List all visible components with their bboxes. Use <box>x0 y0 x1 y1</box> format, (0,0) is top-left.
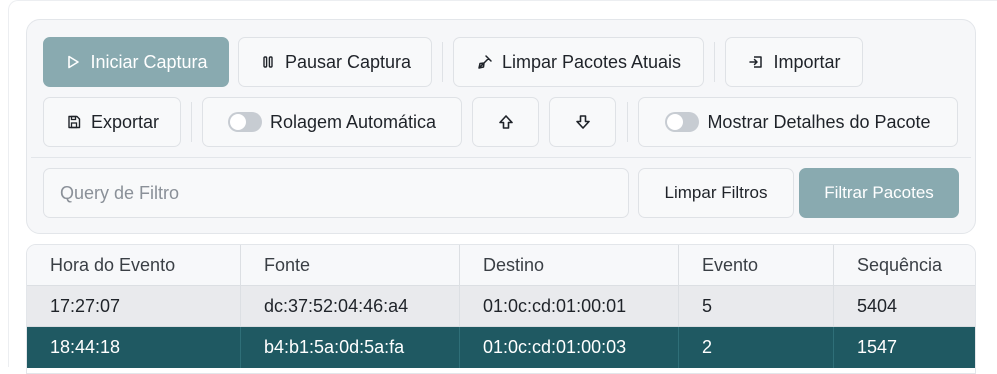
clear-filters-button[interactable]: Limpar Filtros <box>638 168 794 218</box>
table-cell: 5 <box>679 286 834 326</box>
show-details-switch[interactable] <box>665 112 700 132</box>
table-cell: 01:0c:cd:01:00:01 <box>460 286 679 326</box>
clear-packets-label: Limpar Pacotes Atuais <box>501 51 682 72</box>
arrow-up-icon <box>497 113 515 131</box>
start-capture-label: Iniciar Captura <box>90 51 208 72</box>
export-label: Exportar <box>90 111 160 132</box>
filter-packets-button[interactable]: Filtrar Pacotes <box>799 168 959 218</box>
auto-scroll-label: Rolagem Automática <box>269 111 437 132</box>
column-header-sequence[interactable]: Sequência <box>834 245 975 285</box>
table-row-selected[interactable]: 18:44:18 b4:b1:5a:0d:5a:fa 01:0c:cd:01:0… <box>27 327 975 368</box>
table-cell: b4:b1:5a:0d:5a:fa <box>241 327 460 368</box>
pause-icon <box>259 53 277 71</box>
scroll-up-button[interactable] <box>472 97 539 147</box>
show-details-label: Mostrar Detalhes do Pacote <box>707 111 931 132</box>
column-header-event-time[interactable]: Hora do Evento <box>27 245 241 285</box>
table-row[interactable]: 17:27:07 dc:37:52:04:46:a4 01:0c:cd:01:0… <box>27 286 975 327</box>
packets-table: Hora do Evento Fonte Destino Evento Sequ… <box>26 244 976 374</box>
play-icon <box>64 53 82 71</box>
table-cell: dc:37:52:04:46:a4 <box>241 286 460 326</box>
toolbar-separator <box>627 102 628 142</box>
toolbar-separator <box>442 42 443 82</box>
broom-icon <box>476 53 494 71</box>
clear-packets-button[interactable]: Limpar Pacotes Atuais <box>453 37 704 87</box>
start-capture-button[interactable]: Iniciar Captura <box>43 37 229 87</box>
toolbar-separator <box>714 42 715 82</box>
table-header: Hora do Evento Fonte Destino Evento Sequ… <box>27 245 975 286</box>
capture-toolbar: Iniciar Captura Pausar Captura Limpar Pa… <box>26 19 976 234</box>
save-icon <box>65 113 83 131</box>
column-header-source[interactable]: Fonte <box>241 245 460 285</box>
export-button[interactable]: Exportar <box>43 97 181 147</box>
column-header-event[interactable]: Evento <box>679 245 834 285</box>
column-header-destination[interactable]: Destino <box>460 245 679 285</box>
import-label: Importar <box>773 51 841 72</box>
show-details-toggle[interactable]: Mostrar Detalhes do Pacote <box>638 97 958 147</box>
arrow-down-icon <box>574 113 592 131</box>
filter-packets-label: Filtrar Pacotes <box>824 183 934 202</box>
clear-filters-label: Limpar Filtros <box>664 183 768 202</box>
import-icon <box>747 53 765 71</box>
auto-scroll-toggle[interactable]: Rolagem Automática <box>202 97 462 147</box>
pause-capture-label: Pausar Captura <box>284 51 412 72</box>
table-cell: 1547 <box>857 337 898 357</box>
table-cell: 17:27:07 <box>27 286 241 326</box>
table-cell: 5404 <box>857 295 898 316</box>
table-cell: 2 <box>679 327 834 368</box>
pause-capture-button[interactable]: Pausar Captura <box>238 37 432 87</box>
auto-scroll-switch[interactable] <box>227 112 262 132</box>
scroll-down-button[interactable] <box>549 97 616 147</box>
toolbar-separator <box>191 102 192 142</box>
table-cell: 01:0c:cd:01:00:03 <box>460 327 679 368</box>
import-button[interactable]: Importar <box>725 37 863 87</box>
table-cell: 18:44:18 <box>27 327 241 368</box>
filter-query-input[interactable] <box>43 168 629 218</box>
toolbar-divider <box>31 157 971 158</box>
